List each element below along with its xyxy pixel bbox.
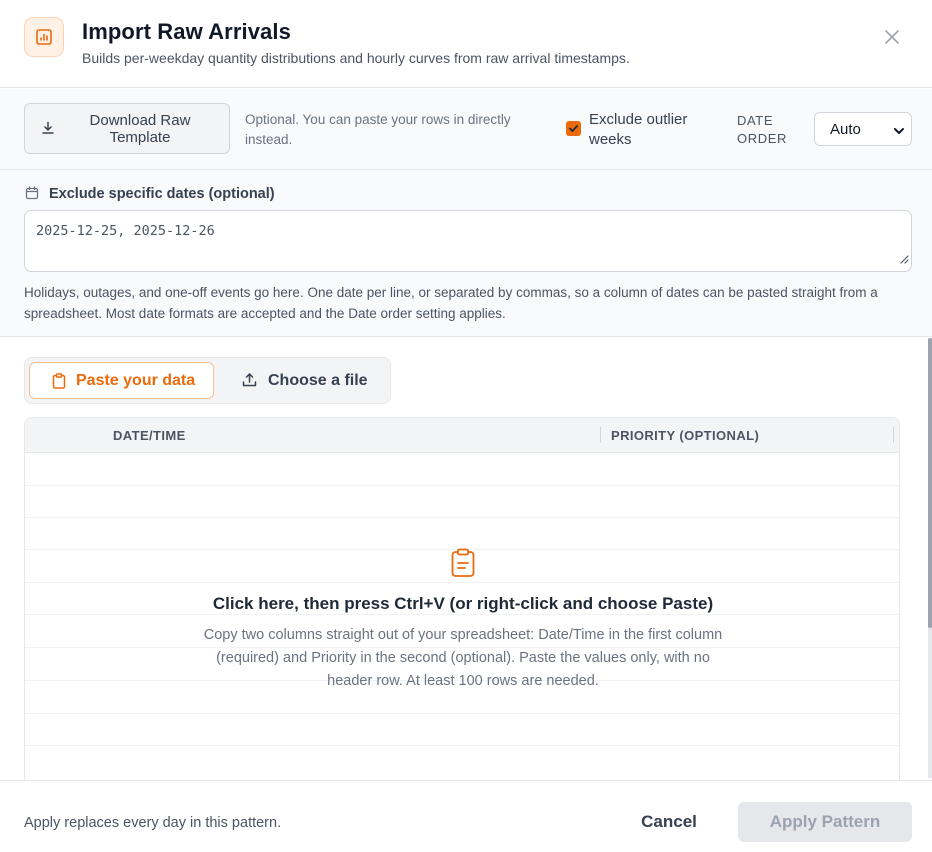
- close-button[interactable]: [880, 25, 904, 49]
- dialog-footer: Apply replaces every day in this pattern…: [0, 780, 932, 852]
- exclude-dates-title: Exclude specific dates (optional): [49, 186, 275, 202]
- grid-row-line: [25, 614, 899, 615]
- chevron-down-icon: [893, 124, 905, 142]
- dialog-subtitle: Builds per-weekday quantity distribution…: [82, 50, 630, 66]
- exclude-outliers-checkbox[interactable]: [566, 121, 581, 136]
- exclude-dates-placeholder: 2025-12-25, 2025-12-26: [36, 223, 215, 239]
- grid-row-line: [25, 485, 899, 486]
- cancel-button[interactable]: Cancel: [620, 802, 718, 842]
- tab-paste-data[interactable]: Paste your data: [29, 362, 214, 399]
- resize-grip-icon[interactable]: [899, 251, 909, 269]
- tab-file-label: Choose a file: [268, 371, 368, 389]
- options-bar: Download Raw Template Optional. You can …: [0, 89, 932, 170]
- tab-choose-file[interactable]: Choose a file: [225, 362, 385, 399]
- grid-row-line: [25, 713, 899, 714]
- exclude-outliers-label[interactable]: Exclude outlier weeks: [589, 110, 709, 150]
- clipboard-list-icon: [450, 548, 476, 583]
- date-order-value: Auto: [830, 120, 861, 138]
- paste-prompt-title: Click here, then press Ctrl+V (or right-…: [212, 594, 714, 613]
- scrollbar-thumb[interactable]: [928, 338, 932, 628]
- download-template-button[interactable]: Download Raw Template: [24, 103, 230, 154]
- clipboard-icon: [52, 373, 66, 394]
- date-order-select[interactable]: Auto: [814, 112, 912, 146]
- column-header-datetime: DATE/TIME: [113, 428, 186, 443]
- check-icon: [569, 125, 578, 132]
- exclude-dates-section: Exclude specific dates (optional) 2025-1…: [0, 170, 932, 337]
- column-header-priority: PRIORITY (OPTIONAL): [611, 428, 760, 443]
- date-order-label: DATE ORDER: [737, 113, 787, 146]
- download-template-label: Download Raw Template: [89, 111, 191, 146]
- grid-row-line: [25, 745, 899, 746]
- dialog-title: Import Raw Arrivals: [82, 19, 291, 44]
- scrollbar[interactable]: [928, 338, 932, 778]
- download-note: Optional. You can paste your rows in dir…: [245, 112, 511, 147]
- calendar-icon: [25, 186, 39, 205]
- exclude-dates-input[interactable]: 2025-12-25, 2025-12-26: [24, 210, 912, 272]
- paste-area[interactable]: DATE/TIME PRIORITY (OPTIONAL) Click here…: [24, 417, 900, 781]
- paste-prompt-text: Copy two columns straight out of your sp…: [203, 627, 723, 689]
- grid-row-line: [25, 517, 899, 518]
- column-divider: [600, 427, 601, 443]
- footer-note: Apply replaces every day in this pattern…: [24, 815, 282, 831]
- close-icon: [885, 30, 899, 44]
- upload-icon: [242, 372, 257, 392]
- input-mode-tabs: Paste your data Choose a file: [24, 357, 391, 404]
- dialog-header: Import Raw Arrivals Builds per-weekday q…: [0, 0, 932, 88]
- apply-pattern-button[interactable]: Apply Pattern: [738, 802, 912, 842]
- column-divider: [893, 427, 894, 443]
- download-icon: [41, 121, 55, 140]
- exclude-dates-help: Holidays, outages, and one-off events go…: [24, 285, 878, 321]
- bar-chart-icon: [24, 17, 64, 57]
- grid-header: DATE/TIME PRIORITY (OPTIONAL): [25, 418, 899, 453]
- tab-paste-label: Paste your data: [76, 371, 196, 389]
